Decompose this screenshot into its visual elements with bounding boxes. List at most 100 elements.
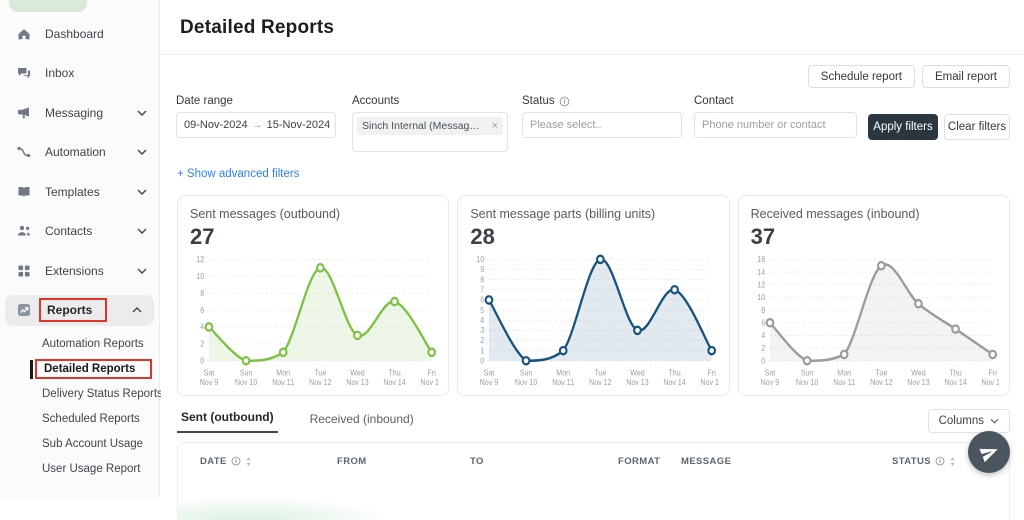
report-actions: Schedule report Email report [161, 55, 1024, 88]
svg-text:0: 0 [481, 356, 485, 365]
sort-icon[interactable] [949, 456, 956, 467]
email-report-button[interactable]: Email report [922, 65, 1010, 88]
sidebar-item-contacts[interactable]: Contacts [0, 212, 159, 252]
svg-text:1: 1 [481, 346, 485, 355]
sent-message-parts-chart: 012345678910SatNov 9SunNov 10MonNov 11Tu… [470, 251, 718, 389]
chart-title: Sent messages (outbound) [190, 207, 438, 221]
svg-text:Fri: Fri [988, 368, 997, 377]
status-select[interactable]: Please select.. [522, 112, 682, 138]
svg-text:4: 4 [481, 316, 485, 325]
sidebar-item-dashboard[interactable]: Dashboard [0, 14, 159, 54]
svg-text:Nov 15: Nov 15 [701, 377, 719, 386]
contacts-icon [16, 223, 32, 239]
svg-text:Mon: Mon [837, 368, 851, 377]
column-header-from[interactable]: FROM [337, 456, 470, 467]
column-header-date[interactable]: DATE [200, 456, 337, 467]
app-logo [9, 0, 87, 12]
svg-text:Nov 9: Nov 9 [480, 377, 499, 386]
show-advanced-filters-link[interactable]: + Show advanced filters [177, 168, 299, 180]
svg-text:Nov 9: Nov 9 [760, 377, 779, 386]
extensions-icon [16, 263, 32, 279]
chip-remove-icon[interactable]: × [492, 120, 498, 132]
home-icon [16, 26, 32, 42]
sidebar-item-automation-reports[interactable]: Automation Reports [0, 332, 159, 357]
tab-received-inbound[interactable]: Received (inbound) [306, 407, 418, 433]
account-chip: Sinch Internal (MessageMedia ... × [357, 117, 503, 135]
sidebar-item-user-usage-report[interactable]: User Usage Report [0, 457, 159, 482]
svg-text:Nov 14: Nov 14 [944, 377, 966, 386]
sort-icon[interactable] [245, 456, 252, 467]
chart-card-sent-parts: Sent message parts (billing units) 28 01… [457, 195, 729, 396]
sidebar-item-detailed-reports[interactable]: Detailed Reports [0, 357, 159, 382]
sub-item-label: Detailed Reports [35, 359, 152, 379]
svg-text:Sun: Sun [520, 368, 533, 377]
svg-text:6: 6 [761, 318, 765, 327]
sidebar: Dashboard Inbox Messaging Automation Tem… [0, 0, 160, 498]
svg-text:Nov 12: Nov 12 [589, 377, 611, 386]
column-header-status[interactable]: STATUS [892, 456, 976, 467]
svg-text:2: 2 [761, 343, 765, 352]
templates-icon [16, 184, 32, 200]
sub-item-label: Scheduled Reports [42, 413, 140, 425]
sidebar-item-sub-account-usage[interactable]: Sub Account Usage [0, 432, 159, 457]
svg-text:Sat: Sat [484, 368, 496, 377]
column-header-format[interactable]: FORMAT [618, 456, 681, 467]
apply-filters-button[interactable]: Apply filters [868, 114, 938, 140]
svg-text:Thu: Thu [949, 368, 961, 377]
svg-text:10: 10 [196, 272, 204, 281]
columns-button-label: Columns [939, 415, 984, 427]
svg-text:Wed: Wed [631, 368, 645, 377]
svg-text:12: 12 [196, 255, 204, 264]
svg-text:Nov 13: Nov 13 [627, 377, 649, 386]
sidebar-item-label: Extensions [45, 264, 104, 278]
date-range-input[interactable]: 09-Nov-2024 → 15-Nov-2024 [176, 112, 336, 138]
contact-input[interactable] [702, 119, 849, 131]
sidebar-item-extensions[interactable]: Extensions [0, 251, 159, 291]
column-header-message[interactable]: MESSAGE [681, 456, 892, 467]
svg-text:4: 4 [200, 322, 204, 331]
table-body [178, 479, 1009, 520]
svg-text:5: 5 [481, 305, 485, 314]
page-header: Detailed Reports [161, 0, 1024, 55]
automation-icon [16, 144, 32, 160]
date-range-label: Date range [176, 95, 336, 107]
svg-text:Nov 14: Nov 14 [383, 377, 405, 386]
svg-text:6: 6 [200, 305, 204, 314]
info-icon [935, 456, 945, 466]
svg-text:14: 14 [757, 267, 765, 276]
columns-button[interactable]: Columns [928, 409, 1010, 433]
send-message-fab[interactable] [968, 431, 1010, 473]
svg-text:9: 9 [481, 265, 485, 274]
svg-text:2: 2 [481, 336, 485, 345]
status-placeholder: Please select.. [530, 119, 602, 131]
clear-filters-button[interactable]: Clear filters [944, 114, 1010, 140]
schedule-report-button[interactable]: Schedule report [808, 65, 915, 88]
svg-text:10: 10 [477, 255, 485, 264]
messages-table: DATE FROM TO FORMAT MESSAGE STATUS UNITS [177, 442, 1010, 520]
svg-text:Nov 15: Nov 15 [981, 377, 999, 386]
chevron-down-icon [137, 228, 147, 234]
svg-text:Wed: Wed [911, 368, 925, 377]
table-header-row: DATE FROM TO FORMAT MESSAGE STATUS UNITS [178, 443, 1009, 479]
sidebar-item-templates[interactable]: Templates [0, 172, 159, 212]
svg-text:Nov 10: Nov 10 [795, 377, 817, 386]
accounts-multiselect[interactable]: Sinch Internal (MessageMedia ... × [352, 112, 508, 152]
column-header-to[interactable]: TO [470, 456, 618, 467]
svg-text:Mon: Mon [557, 368, 571, 377]
tab-sent-outbound[interactable]: Sent (outbound) [177, 405, 278, 433]
sidebar-item-inbox[interactable]: Inbox [0, 54, 159, 94]
column-label: STATUS [892, 456, 931, 467]
sidebar-item-automation[interactable]: Automation [0, 133, 159, 173]
column-label: MESSAGE [681, 456, 731, 467]
sub-item-label: Sub Account Usage [42, 438, 143, 450]
sidebar-item-reports[interactable]: Reports [5, 295, 154, 326]
svg-text:Nov 11: Nov 11 [272, 377, 294, 386]
chart-total: 27 [190, 224, 438, 250]
accounts-label: Accounts [352, 95, 508, 107]
column-label: FORMAT [618, 456, 660, 467]
sidebar-item-delivery-status-reports[interactable]: Delivery Status Reports [0, 382, 159, 407]
sidebar-item-messaging[interactable]: Messaging [0, 93, 159, 133]
sidebar-item-label: Reports [39, 298, 107, 322]
sidebar-item-scheduled-reports[interactable]: Scheduled Reports [0, 407, 159, 432]
svg-text:Thu: Thu [669, 368, 681, 377]
